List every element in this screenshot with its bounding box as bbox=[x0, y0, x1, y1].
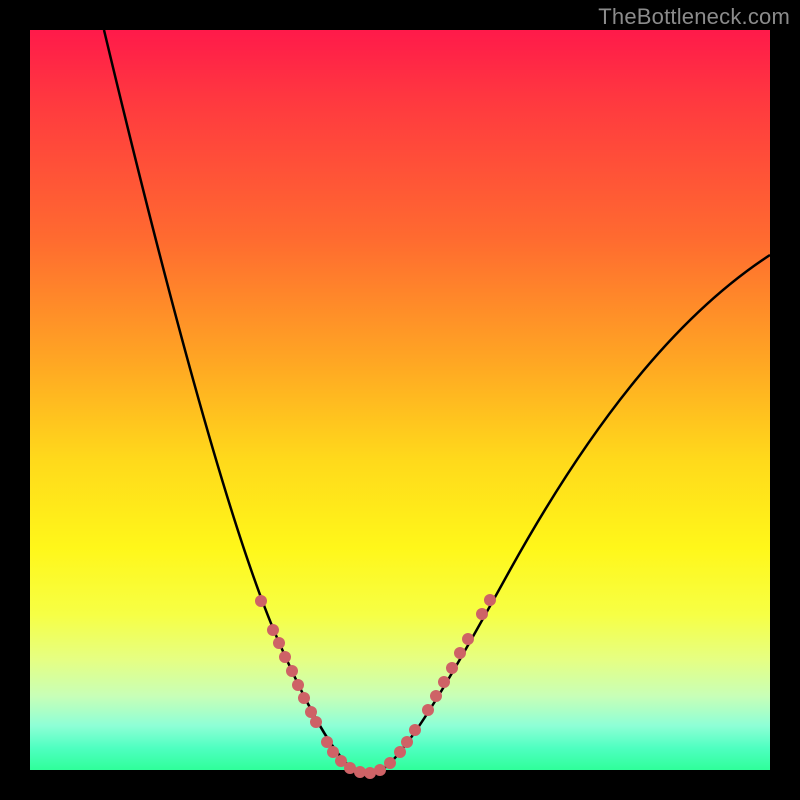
data-dot bbox=[484, 594, 496, 606]
plot-area bbox=[30, 30, 770, 770]
data-dot bbox=[384, 757, 396, 769]
data-dot bbox=[438, 676, 450, 688]
data-dot bbox=[476, 608, 488, 620]
chart-frame: TheBottleneck.com bbox=[0, 0, 800, 800]
data-dot bbox=[446, 662, 458, 674]
data-dot bbox=[310, 716, 322, 728]
data-dot bbox=[374, 764, 386, 776]
data-dot bbox=[273, 637, 285, 649]
data-dot bbox=[327, 746, 339, 758]
data-dot bbox=[401, 736, 413, 748]
dots-group bbox=[255, 594, 496, 779]
data-dot bbox=[394, 746, 406, 758]
watermark-text: TheBottleneck.com bbox=[598, 4, 790, 30]
data-dot bbox=[286, 665, 298, 677]
data-dot bbox=[409, 724, 421, 736]
data-dot bbox=[255, 595, 267, 607]
data-dot bbox=[298, 692, 310, 704]
chart-svg bbox=[30, 30, 770, 770]
data-dot bbox=[454, 647, 466, 659]
data-dot bbox=[267, 624, 279, 636]
data-dot bbox=[321, 736, 333, 748]
data-dot bbox=[279, 651, 291, 663]
data-dot bbox=[292, 679, 304, 691]
main-curve bbox=[104, 30, 770, 775]
data-dot bbox=[422, 704, 434, 716]
data-dot bbox=[430, 690, 442, 702]
data-dot bbox=[462, 633, 474, 645]
